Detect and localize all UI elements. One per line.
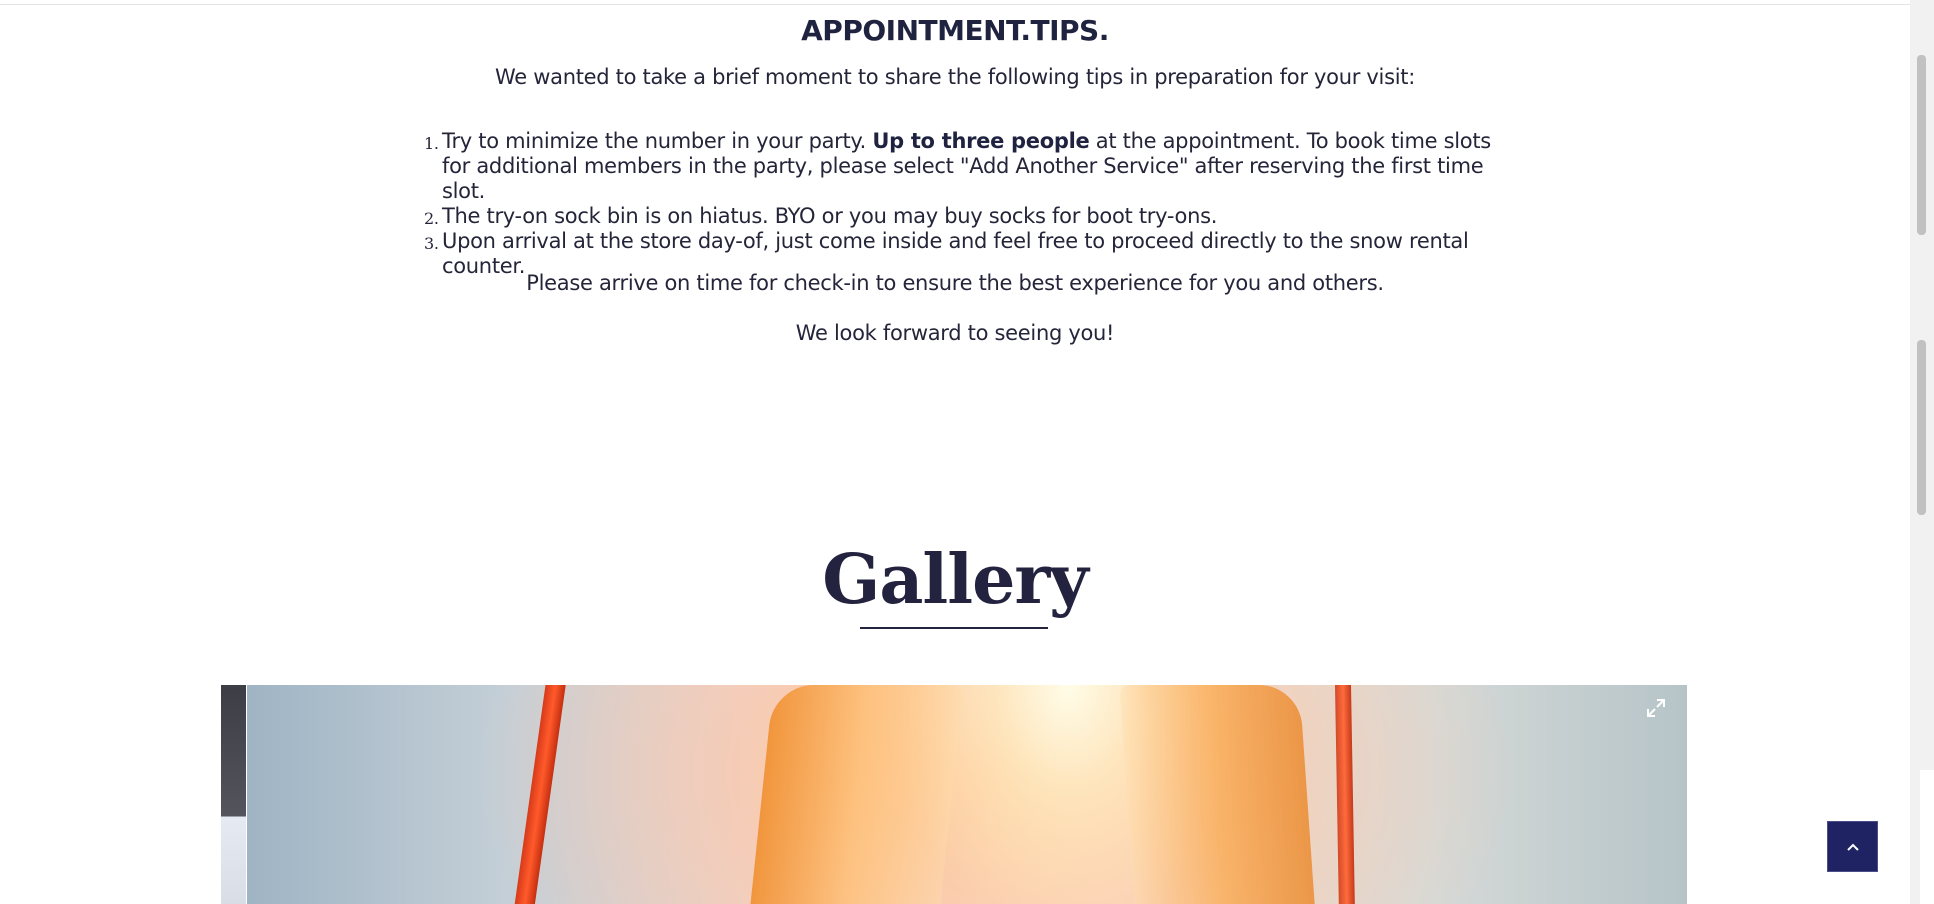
top-border	[0, 0, 1910, 5]
tip-number: 3.	[424, 234, 439, 253]
skier-leg-right	[1119, 685, 1315, 904]
gallery-carousel[interactable]	[221, 685, 1687, 904]
tips-title: APPOINTMENT.TIPS.	[801, 14, 1109, 47]
tip-text: Try to minimize the number in your party…	[442, 129, 873, 153]
closing-note: We look forward to seeing you!	[795, 321, 1115, 345]
gallery-heading: Gallery	[822, 540, 1088, 620]
scroll-to-top-button[interactable]	[1827, 821, 1878, 872]
tips-intro: We wanted to take a brief moment to shar…	[495, 65, 1415, 89]
page-scrollbar[interactable]	[1910, 0, 1934, 904]
chevron-up-icon	[1846, 837, 1860, 856]
scrollbar-thumb[interactable]	[1917, 340, 1926, 515]
tip-bold-text: Up to three people	[872, 129, 1090, 153]
tips-list: 1. Try to minimize the number in your pa…	[424, 129, 1504, 279]
skier-leg-left	[750, 685, 964, 904]
scrollbar-thumb-upper[interactable]	[1917, 55, 1926, 235]
ski-pole-left	[512, 685, 567, 904]
scrollbar-track-lower	[1920, 770, 1934, 904]
tip-item-2: 2. The try-on sock bin is on hiatus. BYO…	[424, 204, 1504, 229]
tip-item-1: 1. Try to minimize the number in your pa…	[424, 129, 1504, 204]
gallery-heading-underline	[860, 627, 1048, 629]
arrival-note: Please arrive on time for check-in to en…	[526, 271, 1384, 295]
tip-number: 1.	[424, 134, 439, 153]
ski-pole-right	[1334, 685, 1356, 904]
previous-slide-image[interactable]	[221, 685, 246, 904]
tip-number: 2.	[424, 209, 439, 228]
tip-text: The try-on sock bin is on hiatus. BYO or…	[442, 204, 1218, 228]
expand-icon[interactable]	[1645, 697, 1667, 719]
gallery-slide-image[interactable]	[247, 685, 1687, 904]
